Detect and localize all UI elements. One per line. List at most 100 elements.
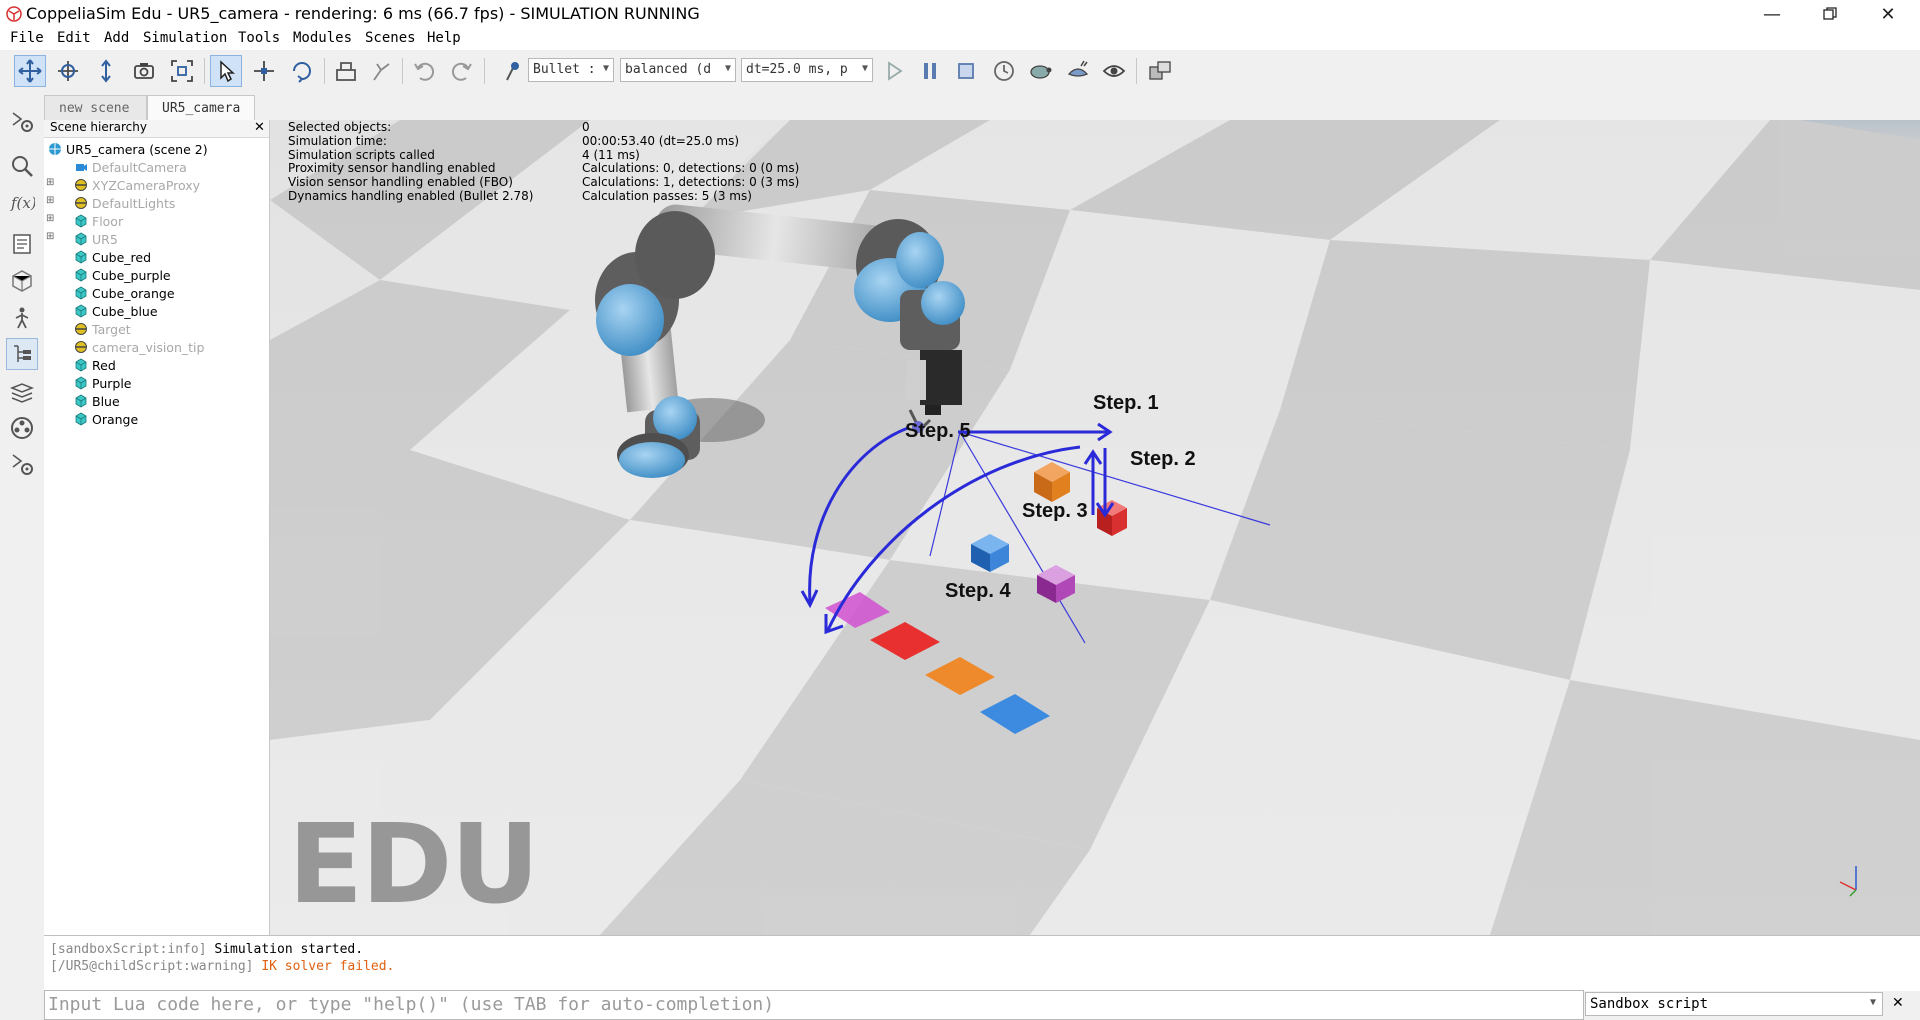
scene-hierarchy-toggle-icon[interactable] — [6, 338, 38, 370]
user-settings-icon[interactable] — [6, 448, 38, 480]
left-toolbar: f(x) — [0, 92, 45, 935]
calculation-modules-icon[interactable]: f(x) — [6, 186, 38, 218]
menu-scenes[interactable]: Scenes — [365, 30, 416, 46]
simulation-settings-icon[interactable] — [6, 106, 38, 138]
click-select-icon[interactable] — [210, 55, 242, 87]
toggle-layout-icon[interactable] — [1144, 55, 1176, 87]
close-icon[interactable]: ✕ — [254, 120, 265, 135]
engine-accuracy-select[interactable]: balanced (d ▼ — [620, 58, 736, 82]
ik-settings-icon[interactable] — [6, 302, 38, 334]
timestep-select[interactable]: dt=25.0 ms, p ▼ — [741, 58, 873, 82]
chevron-down-icon: ▼ — [602, 63, 609, 74]
tree-item[interactable]: ⊞ DefaultLights — [44, 194, 269, 212]
menu-help[interactable]: Help — [427, 30, 461, 46]
toolbar-separator — [402, 58, 403, 84]
shape-icon — [75, 412, 87, 426]
expand-icon[interactable]: ⊞ — [46, 213, 54, 224]
menu-add[interactable]: Add — [104, 30, 129, 46]
stop-simulation-icon[interactable] — [950, 55, 982, 87]
expand-icon[interactable]: ⊞ — [46, 195, 54, 206]
info-label: Vision sensor handling enabled (FBO) — [288, 175, 513, 190]
real-time-mode-icon[interactable] — [988, 55, 1020, 87]
info-rows: Selected objects: 0 Simulation time: 00:00:… — [288, 120, 799, 204]
simulation-info-overlay: Selected objects: 0 Simulation time: 00:00:… — [288, 120, 799, 204]
close-icon[interactable]: ✕ — [1892, 995, 1904, 1011]
tree-item-label: Floor — [92, 214, 124, 229]
minimize-icon[interactable]: — — [1743, 0, 1801, 28]
tree-item[interactable]: UR5_camera (scene 2) — [44, 140, 269, 158]
tree-item[interactable]: ⊞ XYZCameraProxy — [44, 176, 269, 194]
tree-item[interactable]: Cube_purple — [44, 266, 269, 284]
assemble-icon[interactable] — [330, 55, 362, 87]
menu-edit[interactable]: Edit — [57, 30, 91, 46]
transfer-dna-icon[interactable] — [366, 55, 398, 87]
tab-new-scene[interactable]: new scene — [44, 95, 147, 120]
object-rotate-icon[interactable] — [286, 55, 318, 87]
info-row: Simulation time: 00:00:53.40 (dt=25.0 ms) — [288, 134, 739, 149]
tree-item[interactable]: ⊞ Floor — [44, 212, 269, 230]
undo-icon[interactable] — [408, 55, 440, 87]
scripts-icon[interactable] — [6, 228, 38, 260]
tree-item[interactable]: Red — [44, 356, 269, 374]
lua-command-placeholder: Input Lua code here, or type "help()" (u… — [48, 994, 775, 1015]
slow-down-icon[interactable] — [1024, 55, 1056, 87]
tree-item[interactable]: Target — [44, 320, 269, 338]
script-selector[interactable]: Sandbox script ▼ — [1585, 992, 1883, 1016]
camera-rotate-icon[interactable] — [52, 55, 84, 87]
object-shift-icon[interactable] — [248, 55, 280, 87]
physics-engine-select[interactable]: Bullet : ▼ — [528, 58, 614, 82]
tree-item[interactable]: Cube_blue — [44, 302, 269, 320]
tree-item[interactable]: ⊞ UR5 — [44, 230, 269, 248]
fit-to-view-icon[interactable] — [166, 55, 198, 87]
shape-icon — [75, 376, 87, 390]
lua-command-input[interactable]: Input Lua code here, or type "help()" (u… — [44, 990, 1584, 1020]
console-line-1-text: Simulation started. — [214, 942, 364, 957]
info-row: Simulation scripts called 4 (11 ms) — [288, 148, 640, 163]
info-label: Proximity sensor handling enabled — [288, 161, 496, 176]
restore-icon[interactable] — [1801, 0, 1859, 28]
tree-item[interactable]: Cube_orange — [44, 284, 269, 302]
expand-icon[interactable]: ⊞ — [46, 231, 54, 242]
tree-item[interactable]: Blue — [44, 392, 269, 410]
tab-ur5-camera[interactable]: UR5_camera — [147, 95, 255, 120]
camera-pan-icon[interactable] — [14, 55, 46, 87]
status-console[interactable]: [sandboxScript:info] Simulation started.… — [44, 935, 1920, 991]
scene-tabs: new scene UR5_camera — [44, 92, 1920, 120]
tree-item[interactable]: camera_vision_tip — [44, 338, 269, 356]
layers-icon[interactable] — [6, 376, 38, 408]
console-line-2: [/UR5@childScript:warning] IK solver fai… — [50, 959, 394, 974]
close-icon[interactable]: ✕ — [1859, 0, 1917, 28]
model-browser-icon[interactable] — [6, 150, 38, 182]
shape-icon — [75, 268, 87, 282]
visualization-toggle-icon[interactable] — [1098, 55, 1130, 87]
menu-modules[interactable]: Modules — [293, 30, 352, 46]
redo-icon[interactable] — [446, 55, 478, 87]
hierarchy-title: Scene hierarchy — [50, 120, 147, 134]
console-line-2-source: [/UR5@childScript:warning] — [50, 959, 254, 974]
menu-simulation[interactable]: Simulation — [143, 30, 227, 46]
info-value: 0 — [582, 120, 590, 134]
tree-item[interactable]: DefaultCamera — [44, 158, 269, 176]
speed-up-icon[interactable] — [1062, 55, 1094, 87]
pause-simulation-icon[interactable] — [914, 55, 946, 87]
hierarchy-header: Scene hierarchy ✕ — [44, 120, 269, 138]
toolbar-separator — [484, 58, 485, 84]
script-selector-value: Sandbox script — [1590, 996, 1709, 1012]
shape-icon — [75, 358, 87, 372]
window-title: CoppeliaSim Edu - UR5_camera - rendering… — [26, 4, 700, 23]
tree-item[interactable]: Orange — [44, 410, 269, 428]
shape-icon — [75, 394, 87, 408]
info-row: Proximity sensor handling enabled Calcula… — [288, 161, 799, 176]
camera-angle-icon[interactable] — [128, 55, 160, 87]
dynamics-engine-icon[interactable] — [496, 55, 528, 87]
chevron-down-icon: ▼ — [861, 63, 868, 74]
expand-icon[interactable]: ⊞ — [46, 177, 54, 188]
tree-item[interactable]: Cube_red — [44, 248, 269, 266]
tree-item[interactable]: Purple — [44, 374, 269, 392]
camera-shift-icon[interactable] — [90, 55, 122, 87]
start-simulation-icon[interactable] — [878, 55, 910, 87]
menu-tools[interactable]: Tools — [238, 30, 280, 46]
video-recorder-icon[interactable] — [6, 412, 38, 444]
shape-edit-icon[interactable] — [6, 264, 38, 296]
menu-file[interactable]: File — [10, 30, 44, 46]
